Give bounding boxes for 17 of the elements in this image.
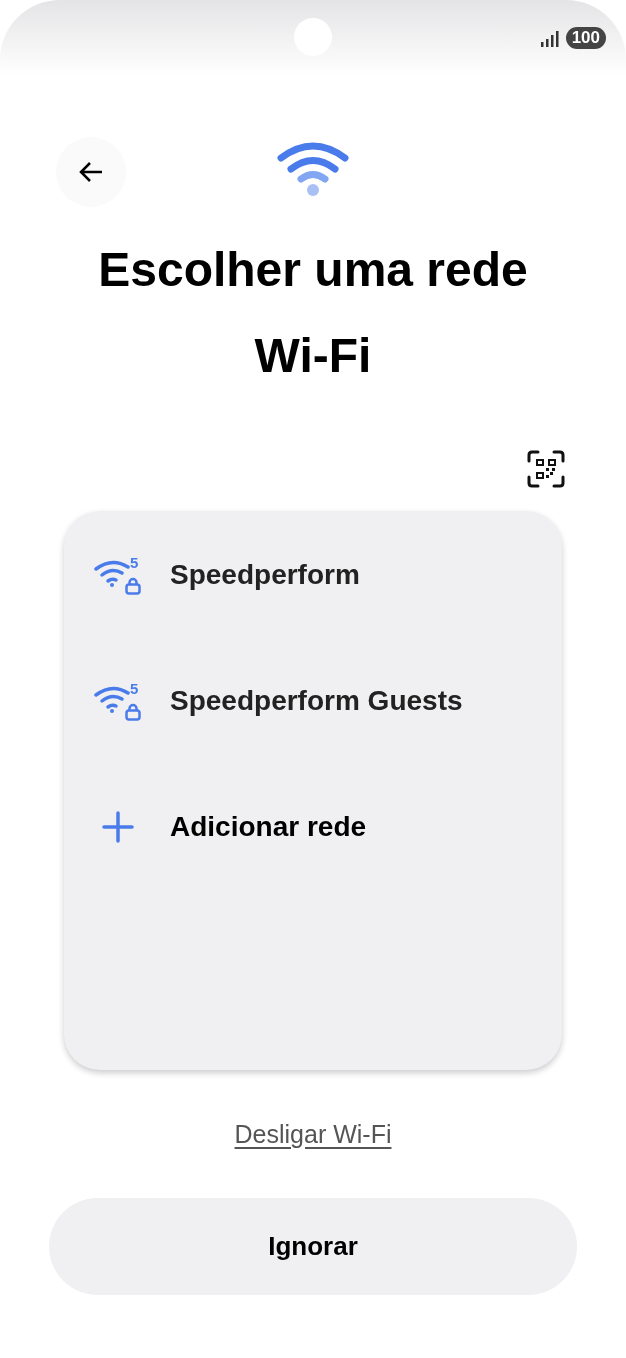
turn-off-wifi-link[interactable]: Desligar Wi-Fi (234, 1116, 392, 1154)
wifi-icon (277, 140, 349, 196)
band-label: 5 (130, 681, 139, 696)
back-arrow-icon (78, 160, 104, 184)
network-name: Speedperform (170, 558, 360, 592)
band-label: 5 (130, 555, 139, 570)
wifi-signal-icon (94, 685, 132, 713)
page-title: Escolher uma rede Wi-Fi (97, 242, 529, 384)
network-name: Adicionar rede (170, 810, 367, 844)
network-name: Speedperform Guests (170, 684, 463, 718)
network-row[interactable]: 5 Speedperform (64, 542, 562, 668)
qr-code-icon[interactable] (526, 449, 566, 489)
battery-level: 100 (565, 26, 606, 49)
wifi-signal-icon (94, 559, 132, 587)
network-row[interactable]: 5 Speedperform Guests (64, 668, 562, 794)
network-row[interactable]: Adicionar rede (64, 794, 562, 920)
skip-button[interactable]: Ignorar (49, 1197, 577, 1295)
